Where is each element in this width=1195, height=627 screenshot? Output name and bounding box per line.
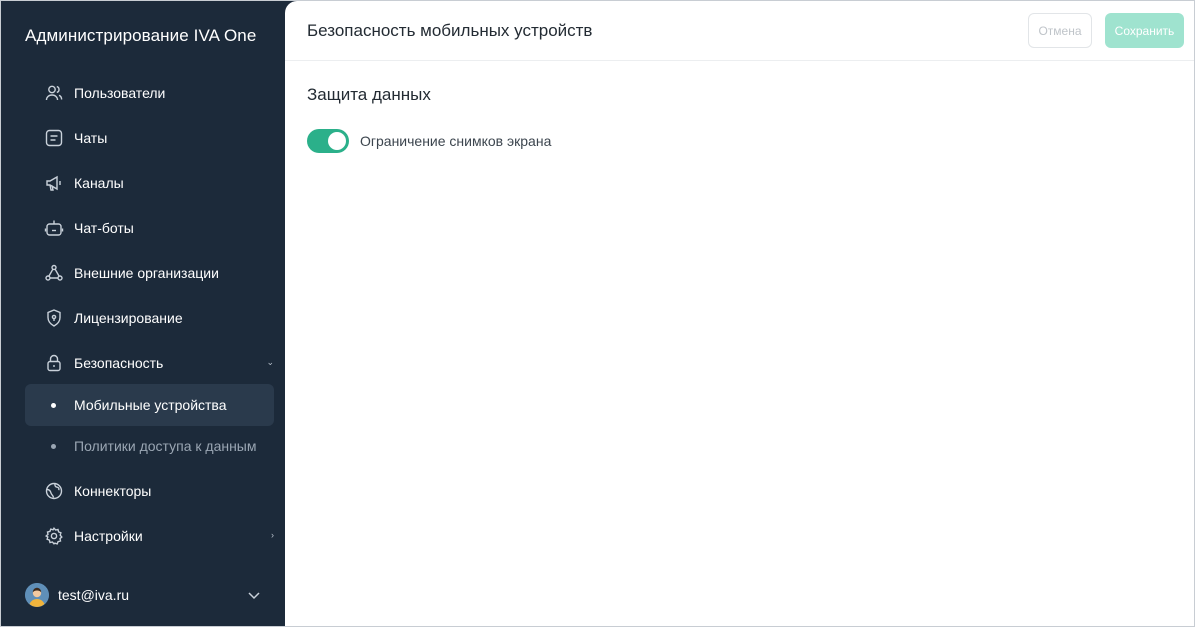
sidebar-item-external-orgs[interactable]: Внешние организации bbox=[25, 252, 274, 294]
user-email: test@iva.ru bbox=[58, 587, 130, 603]
bullet-icon bbox=[51, 402, 56, 408]
bullet-icon bbox=[51, 443, 56, 449]
sidebar-subitem-label: Политики доступа к данным bbox=[74, 438, 257, 454]
sidebar-item-channels[interactable]: Каналы bbox=[25, 162, 274, 204]
user-menu[interactable]: test@iva.ru bbox=[25, 581, 274, 609]
sidebar-item-connectors[interactable]: Коннекторы bbox=[25, 470, 274, 512]
page-header: Безопасность мобильных устройств Отмена … bbox=[285, 1, 1194, 61]
page-title: Безопасность мобильных устройств bbox=[307, 21, 593, 40]
sidebar: Администрирование IVA One Пользователи Ч… bbox=[1, 1, 285, 626]
toggle-label: Ограничение снимков экрана bbox=[360, 133, 552, 149]
gear-icon bbox=[44, 526, 64, 546]
main-panel: Безопасность мобильных устройств Отмена … bbox=[285, 1, 1194, 626]
sidebar-item-chatbots[interactable]: Чат-боты bbox=[25, 207, 274, 249]
megaphone-icon bbox=[44, 173, 64, 193]
app-window: Администрирование IVA One Пользователи Ч… bbox=[0, 0, 1195, 627]
cancel-button[interactable]: Отмена bbox=[1028, 13, 1092, 48]
section-title: Защита данных bbox=[307, 85, 431, 104]
sidebar-item-label: Чат-боты bbox=[74, 220, 134, 236]
screenshot-restriction-setting: Ограничение снимков экрана bbox=[307, 129, 551, 153]
save-button[interactable]: Сохранить bbox=[1105, 13, 1184, 48]
license-shield-icon bbox=[44, 308, 64, 328]
sidebar-subitem-data-access-policies[interactable]: Политики доступа к данным bbox=[25, 425, 274, 467]
sidebar-item-licensing[interactable]: Лицензирование bbox=[25, 297, 274, 339]
app-title: Администрирование IVA One bbox=[25, 26, 257, 45]
bot-icon bbox=[44, 218, 64, 238]
sidebar-item-label: Лицензирование bbox=[74, 310, 183, 326]
sidebar-item-chats[interactable]: Чаты bbox=[25, 117, 274, 159]
sidebar-subitem-label: Мобильные устройства bbox=[74, 397, 227, 413]
sidebar-item-label: Коннекторы bbox=[74, 483, 152, 499]
sidebar-item-label: Внешние организации bbox=[74, 265, 219, 281]
sidebar-item-settings[interactable]: Настройки › bbox=[25, 515, 274, 557]
sidebar-item-users[interactable]: Пользователи bbox=[25, 72, 274, 114]
sidebar-item-label: Каналы bbox=[74, 175, 124, 191]
avatar bbox=[25, 583, 49, 607]
chevron-down-icon: › bbox=[271, 530, 274, 540]
sidebar-item-label: Чаты bbox=[74, 130, 108, 146]
screenshot-restriction-toggle[interactable] bbox=[307, 129, 349, 153]
sidebar-item-label: Настройки bbox=[74, 528, 143, 544]
chevron-up-icon: ⌄ bbox=[266, 357, 274, 367]
toggle-knob bbox=[328, 132, 346, 150]
chat-icon bbox=[44, 128, 64, 148]
users-icon bbox=[44, 83, 64, 103]
lock-icon bbox=[44, 353, 64, 373]
sidebar-item-label: Пользователи bbox=[74, 85, 166, 101]
chevron-down-icon[interactable] bbox=[246, 587, 262, 603]
organizations-icon bbox=[44, 263, 64, 283]
sidebar-item-security[interactable]: Безопасность ⌄ bbox=[25, 342, 274, 384]
sidebar-item-label: Безопасность bbox=[74, 355, 164, 371]
sidebar-subitem-mobile-devices[interactable]: Мобильные устройства bbox=[25, 384, 274, 426]
globe-icon bbox=[44, 481, 64, 501]
